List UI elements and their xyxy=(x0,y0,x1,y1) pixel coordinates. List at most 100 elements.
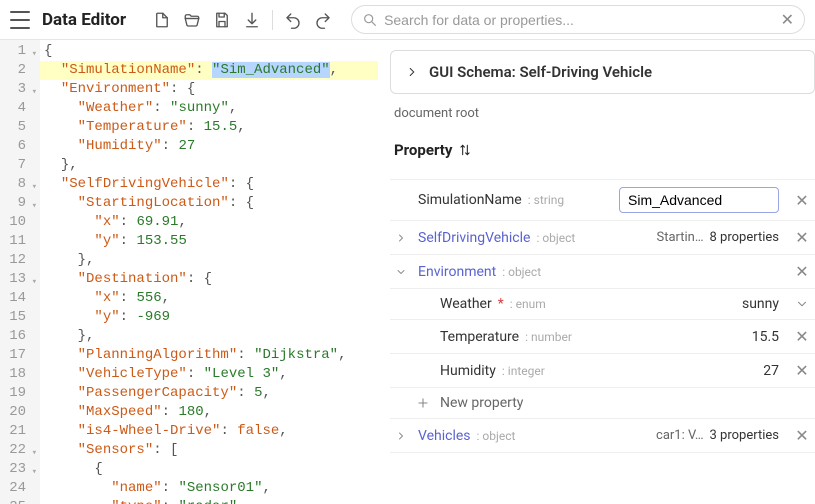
gutter-line: 16 xyxy=(0,327,36,346)
property-name[interactable]: Environment xyxy=(418,264,496,280)
new-property-label[interactable]: New property xyxy=(440,395,523,411)
toolbar-header: Data Editor ✕ xyxy=(0,0,815,40)
property-header-label: Property xyxy=(394,141,452,159)
code-line[interactable]: "SelfDrivingVehicle": { xyxy=(40,175,378,194)
code-line[interactable]: "Sensors": [ xyxy=(40,441,378,460)
value-text[interactable]: 15.5 xyxy=(752,329,779,345)
required-marker: * xyxy=(498,296,504,312)
gutter-line: 23▾ xyxy=(0,460,36,479)
code-area[interactable]: { "SimulationName": "Sim_Advanced", "Env… xyxy=(40,40,378,504)
code-line[interactable]: "type": "radar", xyxy=(40,498,378,504)
gutter-line: 5 xyxy=(0,118,36,137)
value-input[interactable] xyxy=(619,187,779,213)
clear-search-icon[interactable]: ✕ xyxy=(781,10,794,29)
code-line[interactable]: "MaxSpeed": 180, xyxy=(40,403,378,422)
gutter-line: 7 xyxy=(0,156,36,175)
gutter-line: 22▾ xyxy=(0,441,36,460)
code-line[interactable]: "Temperature": 15.5, xyxy=(40,118,378,137)
download-icon[interactable] xyxy=(242,10,262,30)
property-name[interactable]: Vehicles xyxy=(418,428,471,444)
code-line[interactable]: "SimulationName": "Sim_Advanced", xyxy=(40,61,378,80)
property-type: : number xyxy=(525,330,572,344)
new-property-row[interactable]: New property xyxy=(390,387,815,418)
remove-icon[interactable]: ✕ xyxy=(793,426,811,445)
gutter-line: 9▾ xyxy=(0,194,36,213)
code-line[interactable]: { xyxy=(40,460,378,479)
gutter-line: 14 xyxy=(0,289,36,308)
code-editor[interactable]: 1▾23▾45678▾9▾10111213▾141516171819202122… xyxy=(0,40,378,504)
code-line[interactable]: }, xyxy=(40,327,378,346)
sort-icon[interactable] xyxy=(458,143,472,157)
remove-icon[interactable]: ✕ xyxy=(793,327,811,346)
code-line[interactable]: "Humidity": 27 xyxy=(40,137,378,156)
search-box[interactable]: ✕ xyxy=(351,5,805,34)
gutter-line: 3▾ xyxy=(0,80,36,99)
gutter-line: 13▾ xyxy=(0,270,36,289)
search-icon xyxy=(362,12,378,28)
undo-icon[interactable] xyxy=(283,10,303,30)
property-count: 3 properties xyxy=(710,428,779,443)
property-name: SimulationName xyxy=(418,192,522,208)
property-name: Weather xyxy=(440,296,492,312)
enum-value[interactable]: sunny xyxy=(742,296,779,312)
property-row[interactable]: Temperature : number15.5✕ xyxy=(390,319,815,353)
property-value: sunny xyxy=(742,296,779,312)
code-line[interactable]: }, xyxy=(40,251,378,270)
save-icon[interactable] xyxy=(212,10,232,30)
gutter-line: 15 xyxy=(0,308,36,327)
chevron-right-icon xyxy=(405,65,419,79)
code-line[interactable]: "name": "Sensor01", xyxy=(40,479,378,498)
property-row[interactable]: Vehicles : objectcar1: V…3 properties✕ xyxy=(390,418,815,453)
gutter-line: 4 xyxy=(0,99,36,118)
remove-icon[interactable]: ✕ xyxy=(793,262,811,281)
schema-header[interactable]: GUI Schema: Self-Driving Vehicle xyxy=(390,50,815,94)
code-line[interactable]: "Weather": "sunny", xyxy=(40,99,378,118)
property-type: : object xyxy=(536,231,575,245)
code-line[interactable]: }, xyxy=(40,156,378,175)
property-row[interactable]: SimulationName : string✕ xyxy=(390,179,815,220)
doc-root-label: document root xyxy=(390,104,815,127)
schema-title: GUI Schema: Self-Driving Vehicle xyxy=(429,63,652,81)
code-line[interactable]: "y": 153.55 xyxy=(40,232,378,251)
property-value: 27 xyxy=(763,363,779,379)
code-line[interactable]: { xyxy=(40,42,378,61)
code-line[interactable]: "Environment": { xyxy=(40,80,378,99)
toolbar xyxy=(152,10,333,30)
gutter-line: 17 xyxy=(0,346,36,365)
property-column-header[interactable]: Property xyxy=(390,137,815,169)
code-line[interactable]: "is4-Wheel-Drive": false, xyxy=(40,422,378,441)
chevron-down-icon[interactable] xyxy=(390,266,412,278)
property-row[interactable]: Weather* : enumsunny xyxy=(390,288,815,319)
property-name[interactable]: SelfDrivingVehicle xyxy=(418,230,530,246)
new-file-icon[interactable] xyxy=(152,10,172,30)
open-folder-icon[interactable] xyxy=(182,10,202,30)
value-preview: car1: V… xyxy=(656,428,704,443)
code-line[interactable]: "VehicleType": "Level 3", xyxy=(40,365,378,384)
chevron-right-icon[interactable] xyxy=(390,232,412,244)
separator xyxy=(272,10,273,30)
gutter-line: 12 xyxy=(0,251,36,270)
code-line[interactable]: "StartingLocation": { xyxy=(40,194,378,213)
gutter-line: 20 xyxy=(0,403,36,422)
remove-icon[interactable]: ✕ xyxy=(793,191,811,210)
property-row[interactable]: Environment : object✕ xyxy=(390,254,815,288)
code-line[interactable]: "PassengerCapacity": 5, xyxy=(40,384,378,403)
search-input[interactable] xyxy=(384,12,775,28)
code-line[interactable]: "Destination": { xyxy=(40,270,378,289)
redo-icon[interactable] xyxy=(313,10,333,30)
code-line[interactable]: "PlanningAlgorithm": "Dijkstra", xyxy=(40,346,378,365)
property-row[interactable]: SelfDrivingVehicle : objectStartin…8 pro… xyxy=(390,220,815,254)
property-row[interactable]: Humidity : integer27✕ xyxy=(390,353,815,387)
dropdown-icon[interactable] xyxy=(793,297,811,311)
menu-icon[interactable] xyxy=(10,11,30,29)
code-line[interactable]: "y": -969 xyxy=(40,308,378,327)
remove-icon[interactable]: ✕ xyxy=(793,228,811,247)
gutter-line: 11 xyxy=(0,232,36,251)
plus-icon[interactable] xyxy=(390,396,434,410)
code-line[interactable]: "x": 556, xyxy=(40,289,378,308)
value-text[interactable]: 27 xyxy=(763,363,779,379)
code-line[interactable]: "x": 69.91, xyxy=(40,213,378,232)
chevron-right-icon[interactable] xyxy=(390,430,412,442)
property-name: Humidity xyxy=(440,363,496,379)
remove-icon[interactable]: ✕ xyxy=(793,361,811,380)
